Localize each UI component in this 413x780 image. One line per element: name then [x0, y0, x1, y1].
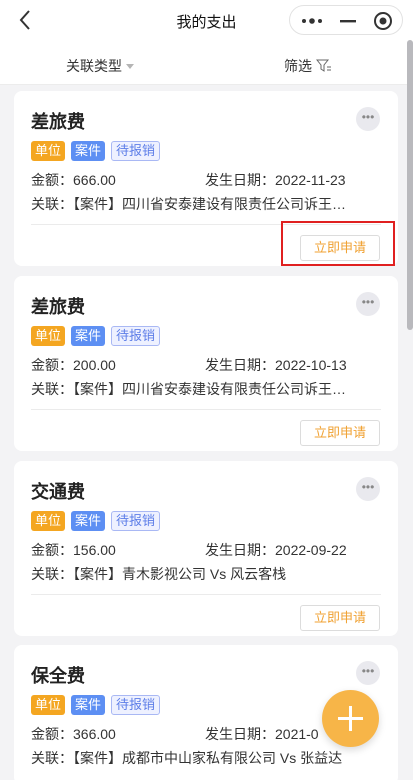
more-options-button[interactable]: •••	[356, 292, 380, 316]
date-text: 发生日期：2022-09-22	[205, 542, 347, 558]
unit-tag: 单位	[31, 141, 66, 161]
expense-title: 保全费	[31, 666, 85, 686]
more-options-button[interactable]: •••	[356, 107, 380, 131]
case-tag: 案件	[71, 326, 106, 346]
divider	[31, 409, 381, 410]
funnel-icon	[316, 59, 331, 72]
unit-tag: 单位	[31, 326, 66, 346]
status-badge: 待报销	[111, 326, 161, 346]
apply-button[interactable]: 立即申请	[300, 420, 380, 446]
amount-text: 金额：156.00	[31, 542, 116, 558]
screen-filter[interactable]: 筛选	[284, 56, 332, 76]
status-badge: 待报销	[111, 695, 161, 715]
minimize-icon[interactable]	[337, 11, 359, 31]
case-tag: 案件	[71, 695, 106, 715]
relation-text: 关联：【案件】四川省安泰建设有限责任公司诉王…	[31, 196, 346, 212]
apply-button[interactable]: 立即申请	[300, 605, 380, 631]
screen-label: 筛选	[284, 58, 312, 74]
related-type-label: 关联类型	[66, 58, 122, 74]
status-badge: 待报销	[111, 511, 161, 531]
close-circle-icon[interactable]	[372, 10, 394, 32]
amount-text: 金额：666.00	[31, 172, 116, 188]
filter-bar: 关联类型 筛选	[0, 40, 413, 85]
case-tag: 案件	[71, 141, 106, 161]
case-tag: 案件	[71, 511, 106, 531]
expense-title: 交通费	[31, 482, 85, 502]
amount-text: 金额：200.00	[31, 357, 116, 373]
relation-text: 关联：【案件】成都市中山家私有限公司 Vs 张益达	[31, 750, 343, 766]
unit-tag: 单位	[31, 695, 66, 715]
relation-text: 关联：【案件】四川省安泰建设有限责任公司诉王…	[31, 381, 346, 397]
date-text: 发生日期：2022-11-23	[205, 172, 346, 188]
status-badge: 待报销	[111, 141, 161, 161]
date-text: 发生日期：2021-0	[205, 726, 319, 742]
more-options-button[interactable]: •••	[356, 661, 380, 685]
expense-title: 差旅费	[31, 112, 85, 132]
related-type-filter[interactable]: 关联类型	[66, 56, 134, 76]
expense-card[interactable]: 差旅费 ••• 单位 案件 待报销 金额：200.00 发生日期：2022-10…	[14, 276, 398, 451]
scrollbar[interactable]	[407, 40, 413, 330]
more-options-button[interactable]: •••	[356, 477, 380, 501]
plus-icon	[338, 706, 363, 731]
date-text: 发生日期：2022-10-13	[205, 357, 347, 373]
mini-program-capsule	[289, 5, 403, 35]
amount-text: 金额：366.00	[31, 726, 116, 742]
divider	[31, 594, 381, 595]
nav-bar: 我的支出	[0, 0, 413, 40]
more-dots-icon[interactable]	[300, 11, 324, 31]
expense-card[interactable]: 交通费 ••• 单位 案件 待报销 金额：156.00 发生日期：2022-09…	[14, 461, 398, 636]
highlight-box	[281, 221, 395, 266]
relation-text: 关联：【案件】青木影视公司 Vs 风云客栈	[31, 566, 287, 582]
unit-tag: 单位	[31, 511, 66, 531]
expense-title: 差旅费	[31, 297, 85, 317]
caret-down-icon	[126, 63, 134, 69]
add-expense-button[interactable]	[322, 690, 379, 747]
